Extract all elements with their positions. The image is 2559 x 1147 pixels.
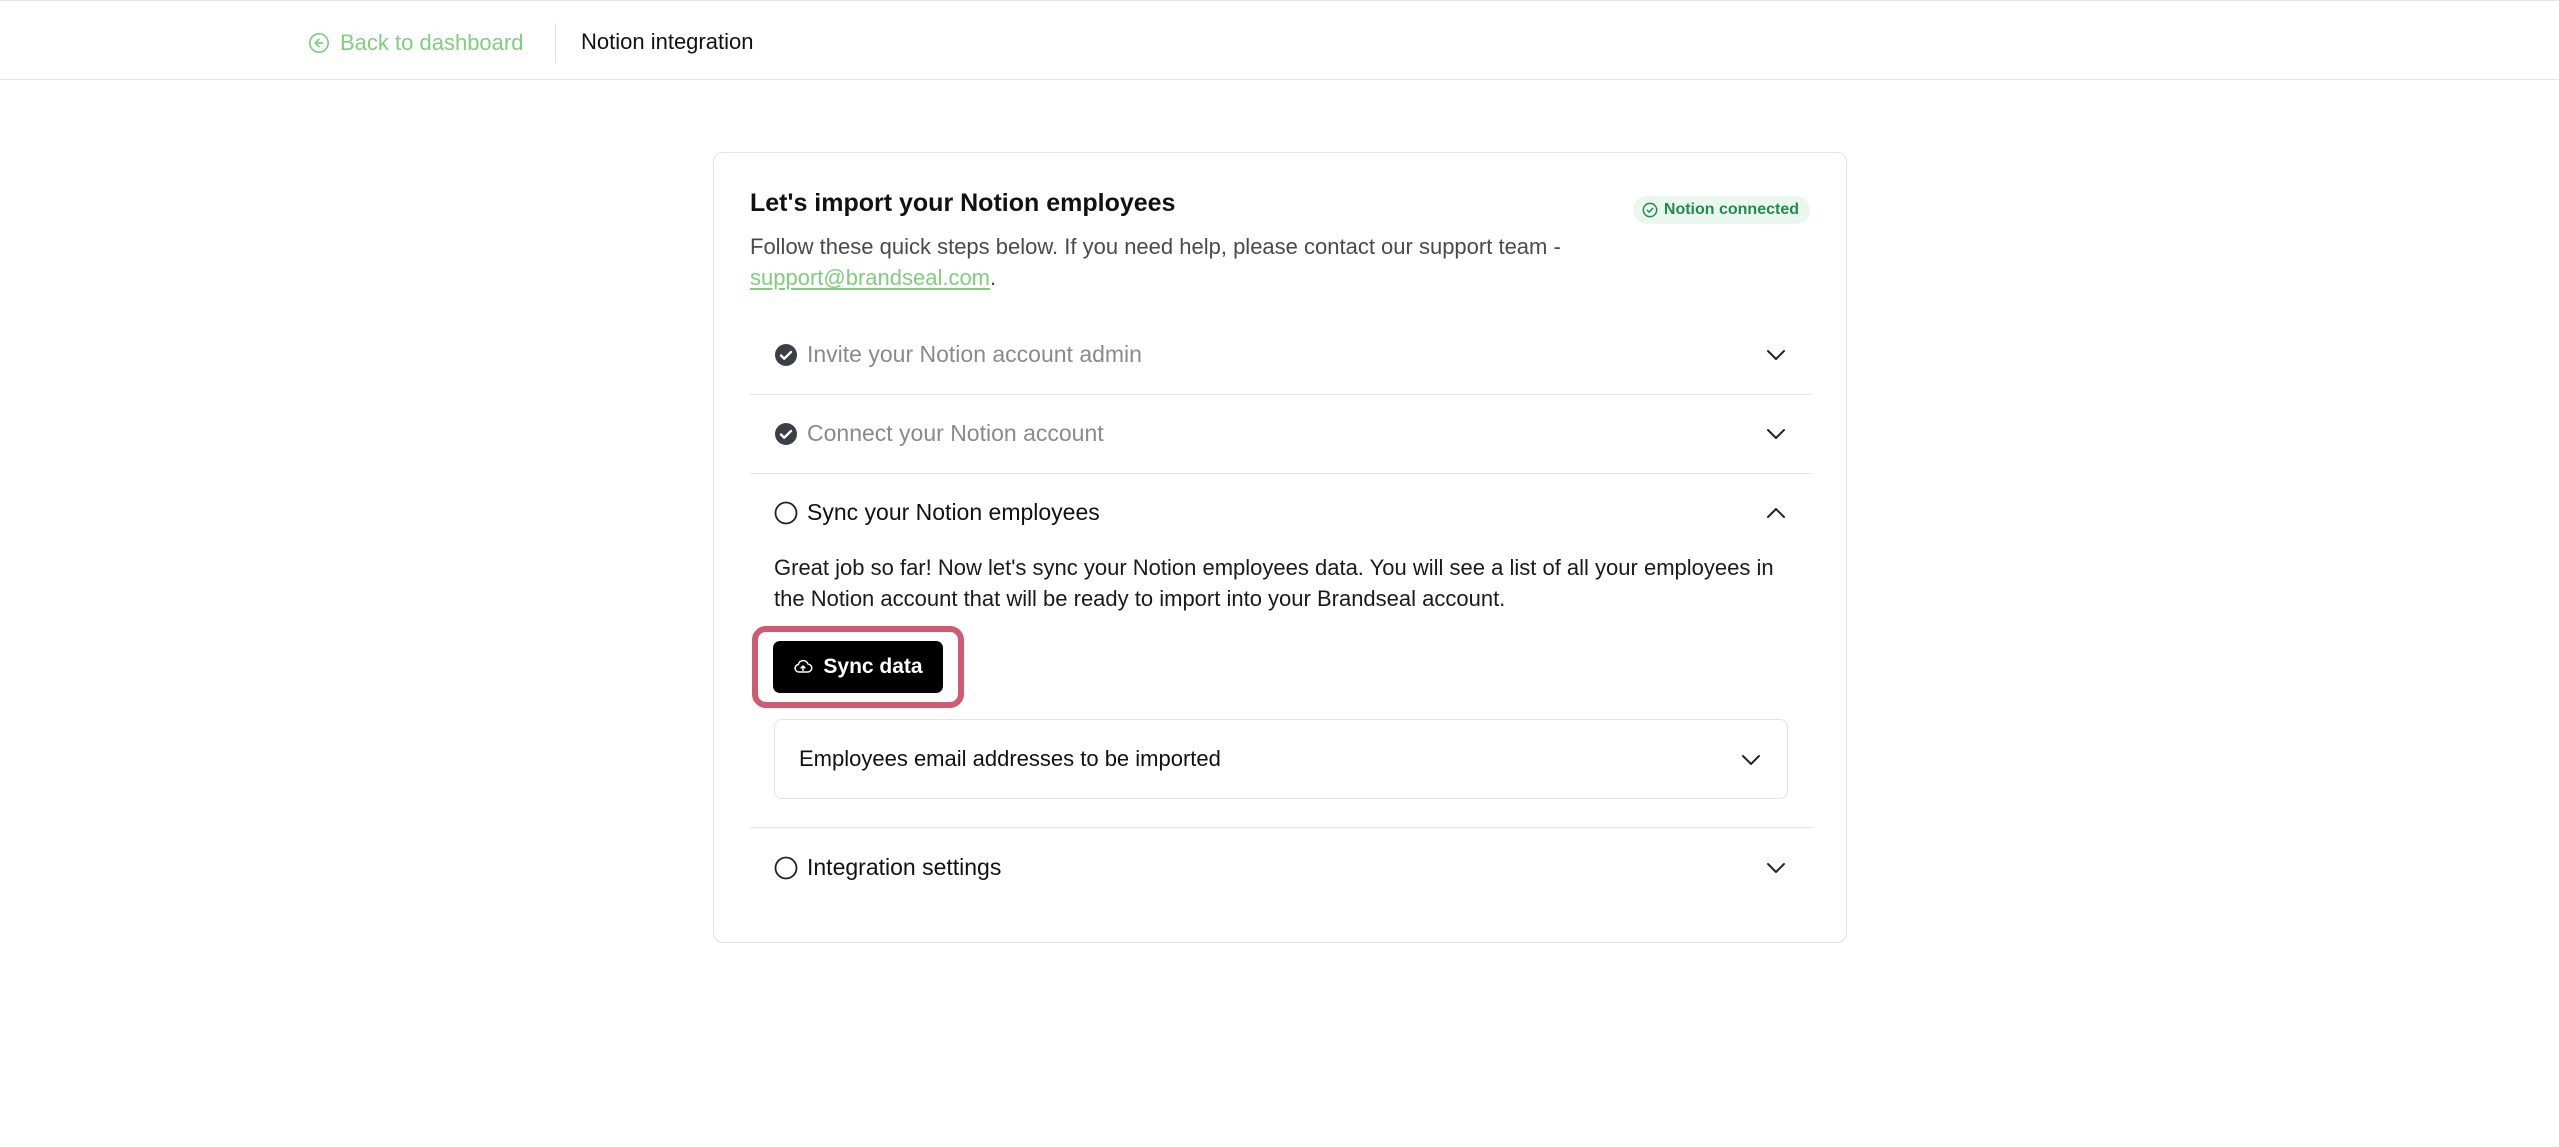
- support-email-link[interactable]: support@brandseal.com: [750, 265, 990, 290]
- step-header-sync-employees[interactable]: Sync your Notion employees: [750, 473, 1812, 552]
- chevron-down-icon: [1767, 429, 1785, 439]
- check-circle-filled-icon: [775, 423, 797, 445]
- chevron-down-icon: [1742, 755, 1760, 765]
- topbar-divider: [555, 23, 556, 63]
- cloud-upload-icon: [794, 659, 813, 673]
- email-panel-label: Employees email addresses to be imported: [799, 746, 1221, 771]
- description-text: Follow these quick steps below. If you n…: [750, 234, 1561, 259]
- chevron-down-icon: [1767, 350, 1785, 360]
- import-card: Let's import your Notion employees Notio…: [713, 152, 1847, 943]
- empty-circle-icon: [774, 856, 798, 880]
- arrow-left-circle-icon: [309, 33, 329, 53]
- page-title: Notion integration: [581, 29, 754, 54]
- back-link-label: Back to dashboard: [340, 30, 524, 55]
- step-header-connect-account[interactable]: Connect your Notion account: [750, 394, 1812, 473]
- status-badge: Notion connected: [1632, 196, 1810, 224]
- sync-button-highlight: Sync data: [752, 626, 964, 708]
- card-description: Follow these quick steps below. If you n…: [750, 231, 1750, 293]
- card-title: Let's import your Notion employees: [750, 189, 1176, 217]
- top-bar: Back to dashboard Notion integration: [0, 0, 2559, 80]
- step-label: Invite your Notion account admin: [807, 341, 1142, 367]
- back-to-dashboard-link[interactable]: Back to dashboard: [308, 29, 523, 57]
- step-label: Sync your Notion employees: [807, 499, 1100, 525]
- step-header-invite-admin[interactable]: Invite your Notion account admin: [750, 315, 1812, 394]
- check-circle-icon: [1642, 202, 1658, 218]
- chevron-up-icon: [1767, 508, 1785, 518]
- empty-circle-icon: [774, 501, 798, 525]
- step-label: Connect your Notion account: [807, 420, 1104, 446]
- check-circle-filled-icon: [775, 344, 797, 366]
- employees-email-panel[interactable]: Employees email addresses to be imported: [774, 719, 1788, 799]
- sync-data-button[interactable]: Sync data: [773, 641, 943, 693]
- step-label: Integration settings: [807, 854, 1002, 880]
- step-header-integration-settings[interactable]: Integration settings: [750, 828, 1812, 907]
- step-body-sync: Great job so far! Now let's sync your No…: [752, 552, 1794, 799]
- badge-label: Notion connected: [1663, 201, 1799, 218]
- sync-button-label: Sync data: [823, 655, 923, 678]
- description-suffix: .: [990, 265, 997, 290]
- sync-instructions: Great job so far! Now let's sync your No…: [774, 555, 1774, 611]
- chevron-down-icon: [1767, 863, 1785, 873]
